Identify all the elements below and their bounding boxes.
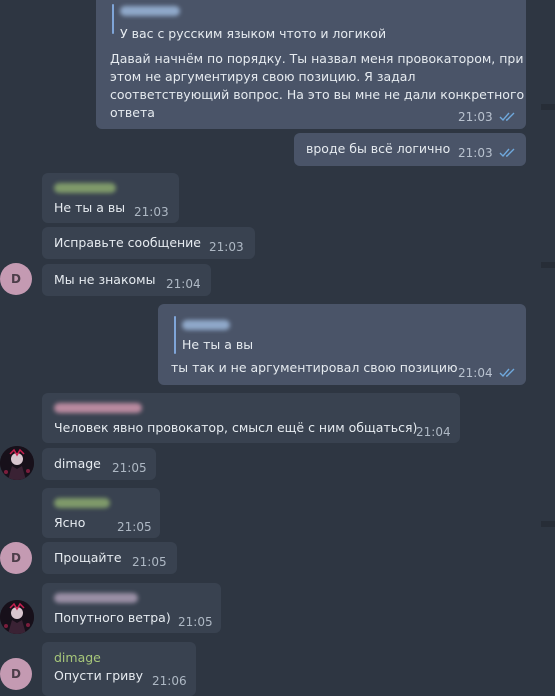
- sender-name[interactable]: dimage: [54, 650, 101, 666]
- sender-name-blurred: [54, 498, 110, 508]
- profile-photo-icon: [0, 600, 34, 634]
- message-text: вроде бы всё логично: [306, 141, 451, 156]
- message-time: 21:03: [458, 110, 493, 124]
- scroll-marker: [541, 104, 555, 110]
- message-time: 21:04: [458, 366, 493, 380]
- message-text: Опусти гриву: [54, 668, 144, 683]
- message-text: Попутного ветра): [54, 610, 171, 625]
- avatar[interactable]: D: [0, 658, 32, 690]
- avatar[interactable]: [0, 446, 34, 480]
- message-bubble-outgoing[interactable]: Не ты а вы ты так и не аргументировал св…: [158, 304, 526, 385]
- message-bubble-incoming[interactable]: Ясно 21:05: [42, 488, 160, 538]
- message-bubble-incoming[interactable]: dimage Опусти гриву 21:06: [42, 642, 196, 696]
- scroll-marker: [541, 262, 555, 268]
- message-time: 21:03: [458, 146, 493, 160]
- message-time: 21:03: [134, 205, 169, 219]
- avatar[interactable]: D: [0, 542, 32, 574]
- message-time: 21:05: [112, 461, 147, 475]
- reply-quote-bar: [112, 4, 114, 34]
- message-time: 21:05: [132, 555, 167, 569]
- message-time: 21:04: [166, 277, 201, 291]
- reply-quote-bar: [174, 316, 176, 354]
- message-bubble-incoming[interactable]: dimage 21:05: [42, 448, 156, 480]
- message-text: Не ты а вы: [54, 200, 126, 215]
- profile-photo-icon: [0, 446, 34, 480]
- message-text-line: соответствующий вопрос. На это вы мне не…: [110, 87, 525, 102]
- message-bubble-outgoing[interactable]: У вас с русским языком чтото и логикой Д…: [96, 0, 526, 129]
- message-bubble-incoming[interactable]: Прощайте 21:05: [42, 542, 177, 574]
- message-bubble-incoming[interactable]: Не ты а вы 21:03: [42, 173, 179, 223]
- sender-name-blurred: [54, 403, 142, 413]
- message-text: Ясно: [54, 515, 86, 530]
- message-text-line: Давай начнём по порядку. Ты назвал меня …: [110, 51, 524, 66]
- reply-quote-text: Не ты а вы: [182, 337, 254, 352]
- message-text: Мы не знакомы: [54, 272, 156, 287]
- double-check-icon: [499, 368, 515, 378]
- reply-quote-text: У вас с русским языком чтото и логикой: [120, 26, 387, 41]
- sender-name-blurred: [54, 593, 138, 603]
- message-time: 21:03: [209, 240, 244, 254]
- message-time: 21:05: [178, 615, 213, 629]
- message-text-line: ответа: [110, 105, 155, 120]
- double-check-icon: [499, 148, 515, 158]
- message-text: ты так и не аргументировал свою позицию: [171, 360, 458, 375]
- message-bubble-incoming[interactable]: Человек явно провокатор, смысл ещё с ним…: [42, 393, 460, 443]
- message-bubble-incoming[interactable]: Попутного ветра) 21:05: [42, 583, 221, 633]
- reply-sender-name-blurred: [182, 320, 230, 330]
- message-text: Прощайте: [54, 550, 122, 565]
- double-check-icon: [499, 112, 515, 122]
- message-time: 21:04: [416, 425, 451, 439]
- avatar[interactable]: D: [0, 263, 32, 295]
- message-bubble-incoming[interactable]: Исправьте сообщение 21:03: [42, 227, 255, 259]
- message-bubble-outgoing[interactable]: вроде бы всё логично 21:03: [294, 133, 526, 166]
- message-text: dimage: [54, 456, 101, 471]
- scroll-marker: [541, 521, 555, 527]
- message-text: Человек явно провокатор, смысл ещё с ним…: [54, 420, 418, 435]
- reply-sender-name-blurred: [120, 6, 180, 16]
- message-bubble-incoming[interactable]: Мы не знакомы 21:04: [42, 264, 211, 296]
- message-time: 21:05: [117, 520, 152, 534]
- avatar[interactable]: [0, 600, 34, 634]
- message-text: Исправьте сообщение: [54, 235, 201, 250]
- message-text-line: этом не аргументируя свою позицию. Я зад…: [110, 69, 416, 84]
- sender-name-blurred: [54, 183, 116, 193]
